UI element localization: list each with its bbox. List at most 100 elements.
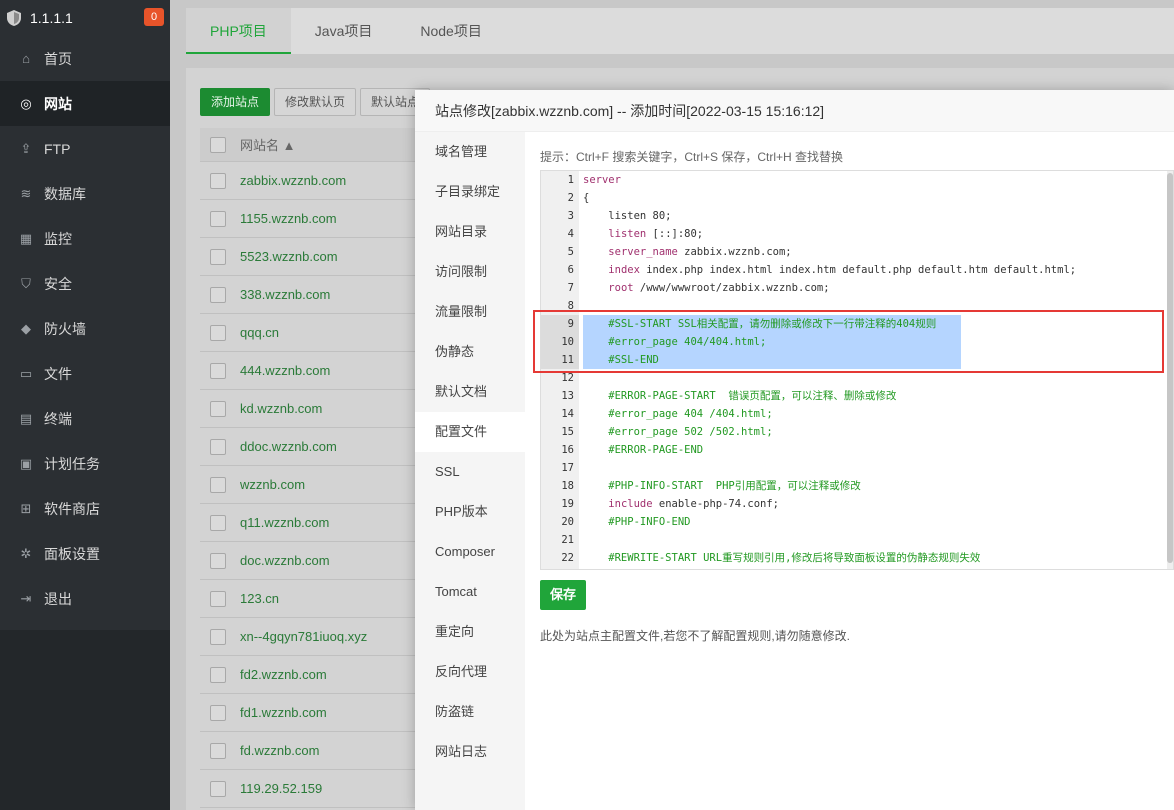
modal-nav-item[interactable]: 网站目录: [415, 212, 525, 252]
row-checkbox[interactable]: [210, 476, 226, 493]
sidebar-item-9[interactable]: ▣ 计划任务: [0, 441, 170, 486]
modal-nav-item[interactable]: 访问限制: [415, 252, 525, 292]
line-number: 22: [561, 552, 574, 564]
row-checkbox[interactable]: [210, 666, 226, 683]
sidebar-item-label: FTP: [44, 140, 71, 157]
sidebar-item-8[interactable]: ▤ 终端: [0, 396, 170, 441]
code-line: 16 #ERROR-PAGE-END: [541, 441, 1173, 459]
column-site-name[interactable]: 网站名 ▲: [240, 135, 295, 154]
keyword: root: [608, 282, 634, 294]
site-name-link[interactable]: ddoc.wzznb.com: [240, 439, 337, 454]
modal-nav-item[interactable]: 网站日志: [415, 732, 525, 772]
code-text: #ERROR-PAGE-END: [583, 444, 704, 456]
project-tabs: PHP项目 Java项目 Node项目: [186, 8, 1174, 54]
sidebar-item-label: 监控: [44, 230, 72, 247]
modal-nav-item[interactable]: PHP版本: [415, 492, 525, 532]
sidebar-item-0[interactable]: ⌂ 首页: [0, 36, 170, 81]
modal-nav: 域名管理 子目录绑定 网站目录 访问限制 流量限制 伪静态 默认文档 配置文件 SSL PHP版本…: [415, 132, 525, 810]
site-name-link[interactable]: 119.29.52.159: [240, 781, 322, 796]
sidebar-item-label: 数据库: [44, 185, 86, 202]
site-edit-modal: 站点修改[zabbix.wzznb.com] -- 添加时间[2022-03-1…: [415, 90, 1174, 810]
sidebar-item-2[interactable]: ⇪ FTP: [0, 126, 170, 171]
sidebar: 1.1.1.1 0 ⌂ 首页 ◎ 网站 ⇪ FTP ≋ 数据库 ▦ 监控 ⛉ 安全 ◆ 防火墙 ▭ 文件 ▤ 终端…: [0, 0, 170, 810]
edit-default-page-button[interactable]: 修改默认页: [274, 88, 357, 116]
save-button[interactable]: 保存: [540, 580, 586, 610]
code-line: 17: [541, 459, 1173, 477]
scrollbar-thumb[interactable]: [1167, 173, 1173, 563]
site-name-link[interactable]: xn--4gqyn781iuoq.xyz: [240, 629, 367, 644]
code-text: #PHP-INFO-START PHP引用配置，可以注释或修改: [583, 480, 861, 492]
code-text: index index.php index.html index.htm def…: [583, 261, 1076, 279]
code-text: #PHP-INFO-END: [583, 516, 691, 528]
logout-icon: ⇥: [20, 590, 32, 606]
sidebar-item-4[interactable]: ▦ 监控: [0, 216, 170, 261]
row-checkbox[interactable]: [210, 210, 226, 227]
modal-nav-item[interactable]: 防盗链: [415, 692, 525, 732]
line-number: 15: [561, 426, 574, 438]
tab-java[interactable]: Java项目: [291, 8, 397, 54]
tab-php[interactable]: PHP项目: [186, 8, 291, 54]
modal-nav-item[interactable]: 默认文档: [415, 372, 525, 412]
row-checkbox[interactable]: [210, 628, 226, 645]
sidebar-item-12[interactable]: ⇥ 退出: [0, 576, 170, 621]
site-name-link[interactable]: 123.cn: [240, 591, 279, 606]
site-name-link[interactable]: doc.wzznb.com: [240, 553, 330, 568]
modal-nav-item[interactable]: SSL: [415, 452, 525, 492]
sidebar-item-6[interactable]: ◆ 防火墙: [0, 306, 170, 351]
row-checkbox[interactable]: [210, 248, 226, 265]
site-name-link[interactable]: fd2.wzznb.com: [240, 667, 327, 682]
site-name-link[interactable]: fd.wzznb.com: [240, 743, 319, 758]
select-all-checkbox[interactable]: [210, 136, 226, 153]
code-rest: enable-php-74.conf;: [652, 498, 779, 510]
row-checkbox[interactable]: [210, 438, 226, 455]
tab-node[interactable]: Node项目: [396, 8, 505, 54]
sidebar-item-label: 软件商店: [44, 500, 100, 517]
site-name-link[interactable]: kd.wzznb.com: [240, 401, 322, 416]
modal-nav-item[interactable]: 域名管理: [415, 132, 525, 172]
row-checkbox[interactable]: [210, 324, 226, 341]
sidebar-item-1[interactable]: ◎ 网站: [0, 81, 170, 126]
editor-hint: 提示：Ctrl+F 搜索关键字，Ctrl+S 保存，Ctrl+H 查找替换: [540, 150, 844, 164]
site-name-link[interactable]: q11.wzznb.com: [240, 515, 329, 530]
row-checkbox[interactable]: [210, 590, 226, 607]
row-checkbox[interactable]: [210, 286, 226, 303]
sidebar-item-3[interactable]: ≋ 数据库: [0, 171, 170, 216]
terminal-icon: ▤: [19, 410, 33, 426]
site-name-link[interactable]: wzznb.com: [240, 477, 305, 492]
line-number: 16: [561, 444, 574, 456]
sidebar-item-5[interactable]: ⛉ 安全: [0, 261, 170, 306]
site-name-link[interactable]: 1155.wzznb.com: [240, 211, 337, 226]
line-number: 7: [567, 282, 574, 294]
code-text: listen 80;: [583, 210, 672, 222]
row-checkbox[interactable]: [210, 742, 226, 759]
modal-nav-item[interactable]: 反向代理: [415, 652, 525, 692]
site-name-link[interactable]: zabbix.wzznb.com: [240, 173, 346, 188]
site-name-link[interactable]: 338.wzznb.com: [240, 287, 330, 302]
line-number: 20: [561, 516, 574, 528]
row-checkbox[interactable]: [210, 552, 226, 569]
modal-nav-item[interactable]: Composer: [415, 532, 525, 572]
row-checkbox[interactable]: [210, 514, 226, 531]
modal-nav-item[interactable]: Tomcat: [415, 572, 525, 612]
code-rest: /www/wwwroot/zabbix.wzznb.com;: [633, 282, 830, 294]
row-checkbox[interactable]: [210, 362, 226, 379]
add-site-button[interactable]: 添加站点: [200, 88, 271, 116]
sidebar-item-7[interactable]: ▭ 文件: [0, 351, 170, 396]
site-name-link[interactable]: fd1.wzznb.com: [240, 705, 327, 720]
row-checkbox[interactable]: [210, 400, 226, 417]
modal-nav-item[interactable]: 重定向: [415, 612, 525, 652]
site-name-link[interactable]: qqq.cn: [240, 325, 279, 340]
modal-nav-item[interactable]: 流量限制: [415, 292, 525, 332]
editor-scrollbar[interactable]: [1167, 171, 1173, 569]
site-name-link[interactable]: 444.wzznb.com: [240, 363, 330, 378]
sidebar-item-10[interactable]: ⊞ 软件商店: [0, 486, 170, 531]
row-checkbox[interactable]: [210, 704, 226, 721]
row-checkbox[interactable]: [210, 780, 226, 797]
update-badge[interactable]: 0: [144, 8, 164, 26]
row-checkbox[interactable]: [210, 172, 226, 189]
sidebar-item-11[interactable]: ✲ 面板设置: [0, 531, 170, 576]
site-name-link[interactable]: 5523.wzznb.com: [240, 249, 338, 264]
modal-nav-item[interactable]: 子目录绑定: [415, 172, 525, 212]
modal-nav-item[interactable]: 伪静态: [415, 332, 525, 372]
modal-nav-item[interactable]: 配置文件: [415, 412, 525, 452]
